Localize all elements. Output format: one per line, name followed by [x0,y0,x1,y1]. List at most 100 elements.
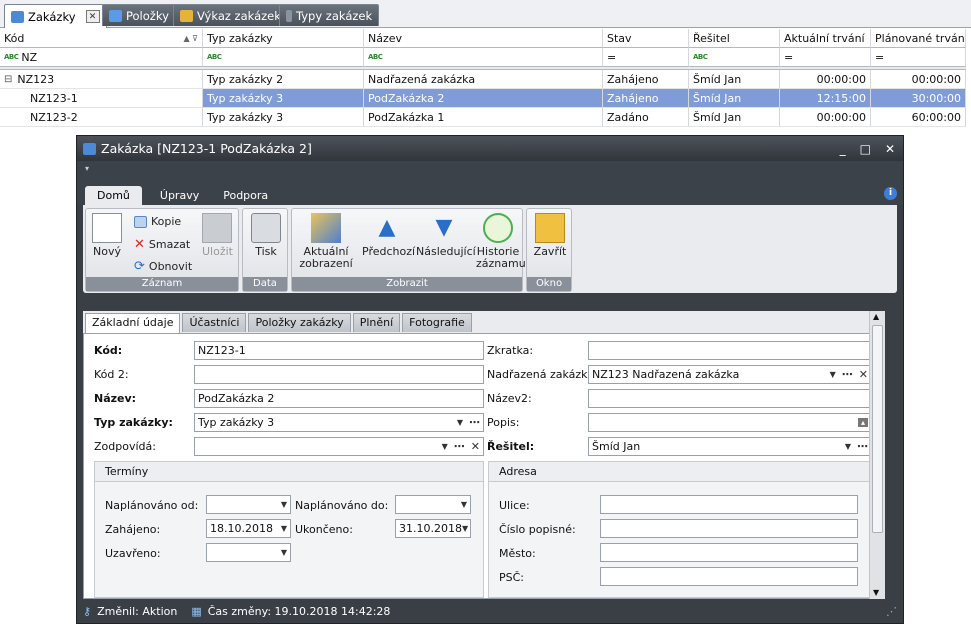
tab-vykaz-zakazek[interactable]: Výkaz zakázek [173,4,288,26]
orders-grid: Kód ▲ ⊽ Typ zakázky Název Stav Řešitel Ak… [0,29,966,127]
shortcut-field[interactable] [588,341,872,360]
name-field[interactable]: PodZakázka 2 [194,389,484,408]
column-header-state[interactable]: Stav [603,29,689,48]
clear-icon[interactable]: ✕ [859,368,868,381]
tab-polozky-zakazky[interactable]: Položky zakázky [248,313,351,332]
tab-fotografie[interactable]: Fotografie [402,313,472,332]
column-header-actual[interactable]: Aktuální trvání [780,29,871,48]
name2-field[interactable] [588,389,872,408]
started-label: Zahájeno: [105,523,161,536]
column-header-owner[interactable]: Řešitel [689,29,780,48]
previous-button[interactable]: ▲ Předchozí [362,213,416,258]
minimize-button[interactable]: _ [840,142,846,156]
calendar-icon: ▦ [191,604,202,618]
description-field[interactable]: ▴ [588,413,872,432]
table-row[interactable]: ⊟ NZ123 Typ zakázky 2 Nadřazená zakázka Z… [0,70,966,89]
close-tab-icon[interactable]: ✕ [85,10,100,23]
tab-ucastnici[interactable]: Účastníci [182,313,247,332]
parent-order-label: Nadřazená zakázka: [487,368,598,381]
started-field[interactable]: 18.10.2018 ▼ [206,519,291,538]
column-header-planned[interactable]: Plánované trvání [871,29,966,48]
ellipsis-icon[interactable]: ⋯ [454,440,465,453]
filter-type[interactable]: ABC [203,48,364,67]
code2-field[interactable] [194,365,484,384]
scroll-down-icon[interactable]: ▼ [873,588,879,597]
history-button[interactable]: Historie záznamu [476,213,526,270]
close-window-button[interactable]: ✕ [885,142,895,156]
ellipsis-icon[interactable]: ⋯ [842,368,853,381]
chevron-down-icon[interactable]: ▼ [281,524,287,533]
chevron-down-icon[interactable]: ▼ [281,500,287,509]
cell-planned: 60:00:00 [871,108,966,127]
parent-order-field[interactable]: NZ123 Nadřazená zakázka ▼ ⋯ ✕ [588,365,872,384]
table-row-selected[interactable]: NZ123-1 Typ zakázky 3 PodZakázka 2 Zaháj… [0,89,966,108]
tab-podpora[interactable]: Podpora [211,186,280,205]
next-button[interactable]: ▼ Následující [416,213,476,258]
city-field[interactable] [600,543,858,562]
chevron-down-icon[interactable]: ▼ [281,548,287,557]
column-header-name[interactable]: Název [364,29,603,48]
delete-button[interactable]: ✕ Smazat [134,237,190,252]
planned-from-field[interactable]: ▼ [206,495,291,514]
copy-button[interactable]: Kopie [134,215,181,228]
form-scrollbar[interactable]: ▲ ▼ [869,311,885,599]
chevron-down-icon[interactable]: ▼ [457,418,463,427]
tab-domu[interactable]: Domů [85,186,142,205]
street-field[interactable] [600,495,858,514]
solver-field[interactable]: Šmíd Jan ▼ ⋯ [588,437,872,456]
print-button[interactable]: Tisk [251,213,281,258]
chevron-down-icon[interactable]: ▼ [461,500,467,509]
filter-actual[interactable]: = [780,48,871,67]
tab-upravy[interactable]: Úpravy [148,186,211,205]
chevron-down-icon[interactable]: ▼ [442,442,448,451]
close-record-button[interactable]: Zavřít [533,213,567,258]
filter-code[interactable]: ABC NZ [0,48,203,67]
window-titlebar[interactable]: Zakázka [NZ123-1 PodZakázka 2] _ □ ✕ [77,136,903,161]
spinner-icon[interactable]: ▴ [857,418,868,427]
scroll-thumb[interactable] [872,325,883,533]
button-label: Předchozí [362,245,416,258]
clear-icon[interactable]: ✕ [471,440,480,453]
ellipsis-icon[interactable]: ⋯ [857,440,868,453]
postal-code-field[interactable] [600,567,858,586]
chevron-down-icon[interactable]: ▼ [845,442,851,451]
filter-name[interactable]: ABC [364,48,603,67]
sort-asc-icon[interactable]: ▲ ⊽ [183,34,198,43]
table-row[interactable]: NZ123-2 Typ zakázky 3 PodZakázka 1 Zadán… [0,108,966,127]
responsible-field[interactable]: ▼ ⋯ ✕ [194,437,484,456]
tab-zakladni-udaje[interactable]: Základní údaje [85,313,181,334]
planned-to-field[interactable]: ▼ [395,495,471,514]
group-label: Data [243,277,287,291]
scroll-up-icon[interactable]: ▲ [873,312,879,321]
column-header-type[interactable]: Typ zakázky [203,29,364,48]
filter-planned[interactable]: = [871,48,966,67]
filter-owner[interactable]: ABC [689,48,780,67]
refresh-button[interactable]: ⟳ Obnovit [134,259,192,274]
resize-grip-icon[interactable]: ⋰ [886,605,897,618]
order-type-field[interactable]: Typ zakázky 3 ▼ ⋯ [194,413,484,432]
code-field[interactable]: NZ123-1 [194,341,484,360]
folder-exit-icon [535,213,565,243]
tab-polozky[interactable]: Položky [102,4,176,26]
column-header-code[interactable]: Kód ▲ ⊽ [0,29,203,48]
current-view-button[interactable]: Aktuální zobrazení [298,213,354,270]
collapse-icon[interactable]: ⊟ [4,74,12,85]
filter-state[interactable]: = [603,48,689,67]
ended-field[interactable]: 31.10.2018 ▼ [395,519,471,538]
tab-typy-zakazek[interactable]: Typy zakázek [279,4,380,26]
chevron-down-icon[interactable]: ▼ [830,370,836,379]
tab-plneni[interactable]: Plnění [352,313,401,332]
chevron-down-icon[interactable]: ▼ [462,524,468,533]
save-button[interactable]: Uložit [202,213,233,258]
house-number-field[interactable] [600,519,858,538]
quick-access-dropdown-icon[interactable]: ▾ [85,164,89,173]
refresh-icon: ⟳ [134,259,145,274]
ellipsis-icon[interactable]: ⋯ [469,416,480,429]
tab-zakazky[interactable]: Zakázky ✕ [4,4,107,28]
closed-field[interactable]: ▼ [206,543,291,562]
maximize-button[interactable]: □ [860,142,871,156]
new-button[interactable]: Nový [92,213,122,258]
info-icon[interactable]: i [884,187,897,200]
button-label: Tisk [255,245,277,258]
field-value: NZ123-1 [198,344,246,357]
